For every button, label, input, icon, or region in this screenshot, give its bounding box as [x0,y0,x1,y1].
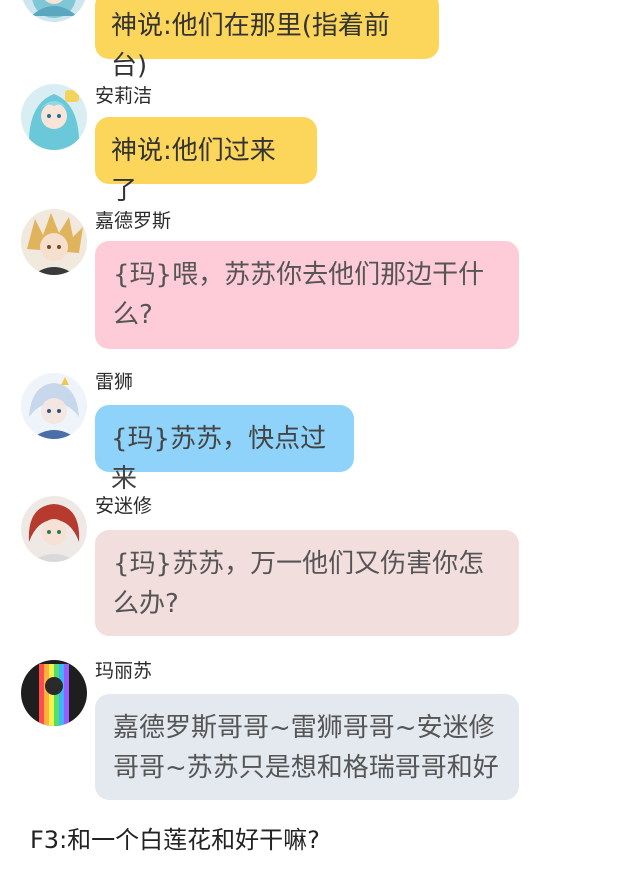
sender-name: 安迷修 [95,495,153,517]
message-bubble: 神说:他们过来了 [95,117,317,206]
avatar[interactable] [21,496,87,562]
avatar[interactable] [21,84,87,150]
message-bubble: {玛}喂，苏苏你去他们那边干什么? [95,241,519,349]
message-bubble: {玛}苏苏，万一他们又伤害你怎么办? [95,530,519,636]
sender-name: 雷狮 [95,371,134,393]
message-bubble: 神说:他们在那里(指着前台) [95,0,439,81]
avatar[interactable] [21,660,87,726]
message-bubble: 嘉德罗斯哥哥~雷狮哥哥~安迷修哥哥~苏苏只是想和格瑞哥哥和好 [95,694,519,800]
sender-name: 安莉洁 [95,85,153,107]
sender-name: 嘉德罗斯 [95,210,172,232]
message-bubble: {玛}苏苏，快点过来 [95,405,354,494]
footer-text: F3:和一个白莲花和好干嘛? [30,826,320,854]
sender-name: 玛丽苏 [95,660,153,682]
avatar[interactable] [21,0,87,22]
avatar[interactable] [21,373,87,439]
avatar[interactable] [21,209,87,275]
